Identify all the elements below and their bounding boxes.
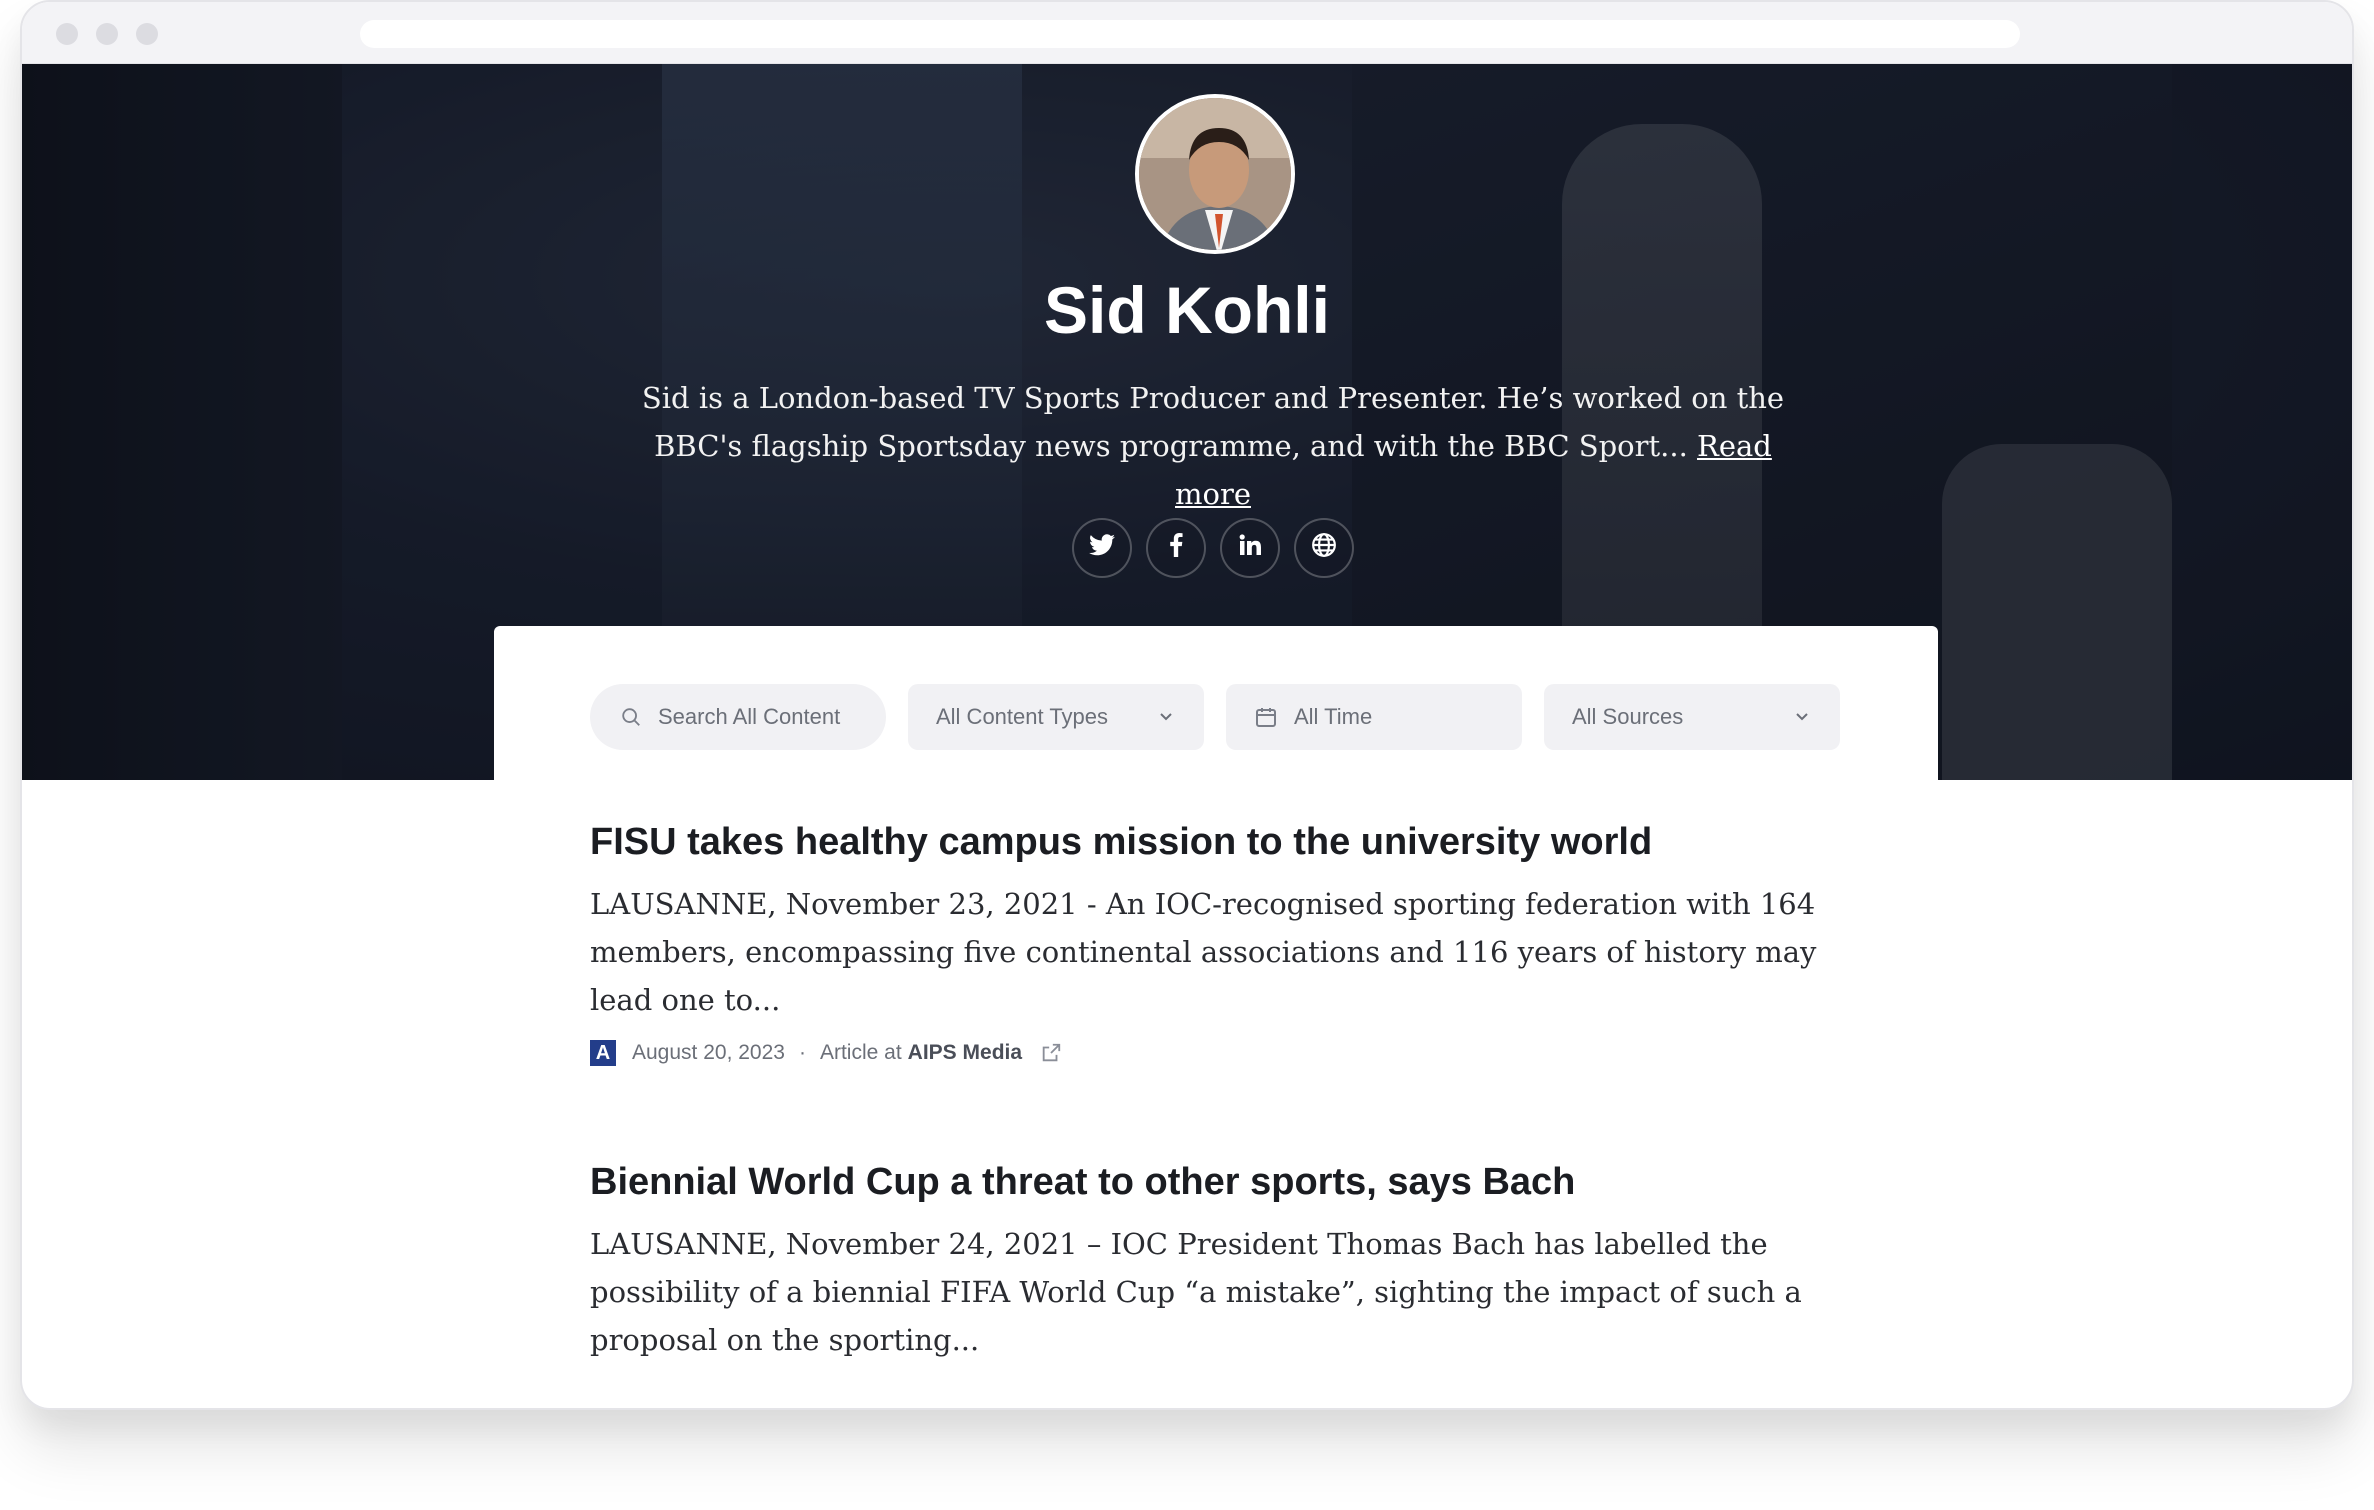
profile-bio: Sid is a London-based TV Sports Producer…	[622, 374, 1804, 518]
browser-window: Sid Kohli Sid is a London-based TV Sport…	[20, 0, 2354, 1410]
article-source[interactable]: AIPS Media	[908, 1041, 1022, 1065]
article-excerpt: LAUSANNE, November 24, 2021 – IOC Presid…	[590, 1227, 1802, 1357]
article-item: FISU takes healthy campus mission to the…	[590, 818, 1850, 1068]
search-placeholder: Search All Content	[658, 704, 841, 729]
search-input[interactable]: Search All Content	[590, 684, 886, 750]
article-title[interactable]: Biennial World Cup a threat to other spo…	[590, 1158, 1850, 1206]
sources-label: All Sources	[1572, 704, 1684, 729]
title-bar	[22, 2, 2352, 64]
content-type-label: All Content Types	[936, 704, 1109, 729]
content-type-dropdown[interactable]: All Content Types	[908, 684, 1204, 750]
article-excerpt: LAUSANNE, November 23, 2021 - An IOC-rec…	[590, 887, 1817, 1017]
sources-dropdown[interactable]: All Sources	[1544, 684, 1840, 750]
minimize-dot[interactable]	[96, 23, 118, 45]
calendar-icon	[1254, 705, 1278, 729]
twitter-link[interactable]	[1072, 518, 1132, 578]
website-link[interactable]	[1294, 518, 1354, 578]
article-meta: A August 20, 2023 · Article at AIPS Medi…	[590, 1038, 1850, 1068]
facebook-link[interactable]	[1146, 518, 1206, 578]
time-filter-label: All Time	[1294, 704, 1373, 729]
maximize-dot[interactable]	[136, 23, 158, 45]
linkedin-link[interactable]	[1220, 518, 1280, 578]
meta-separator: ·	[798, 1041, 806, 1064]
profile-name: Sid Kohli	[1044, 273, 1330, 347]
avatar	[1135, 94, 1295, 254]
content-panel: Search All Content All Content Types All…	[494, 626, 1938, 1408]
filter-bar: Search All Content All Content Types All…	[590, 684, 1842, 750]
search-icon	[620, 706, 642, 728]
time-filter[interactable]: All Time	[1226, 684, 1522, 750]
linkedin-icon	[1239, 533, 1261, 563]
globe-icon	[1311, 532, 1337, 565]
article-date: August 20, 2023	[632, 1041, 785, 1064]
chevron-down-icon	[1156, 706, 1176, 732]
twitter-icon	[1089, 533, 1115, 563]
close-dot[interactable]	[56, 23, 78, 45]
address-bar[interactable]	[360, 20, 2020, 48]
external-link-icon[interactable]	[1040, 1042, 1062, 1064]
article-type: Article at	[819, 1041, 902, 1064]
article-title[interactable]: FISU takes healthy campus mission to the…	[590, 818, 1850, 866]
article-item: Biennial World Cup a threat to other spo…	[590, 1158, 1850, 1364]
source-logo: A	[590, 1040, 616, 1066]
chevron-down-icon	[1792, 706, 1812, 732]
social-links	[1072, 518, 1354, 578]
facebook-icon	[1169, 532, 1183, 564]
bio-text: Sid is a London-based TV Sports Producer…	[641, 381, 1785, 463]
